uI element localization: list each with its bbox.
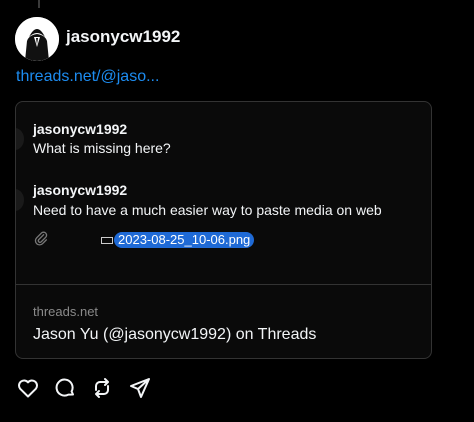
attachment-marker [101,237,113,244]
quoted-avatar-2 [16,189,24,211]
heart-icon[interactable] [16,376,40,400]
paperclip-icon [34,231,48,246]
quoted-username-1: jasonycw1992 [33,121,128,137]
thread-line [38,0,40,8]
quoted-username-2: jasonycw1992 [33,182,128,198]
post-username[interactable]: jasonycw1992 [66,27,180,47]
avatar[interactable] [15,17,59,61]
comment-icon[interactable] [53,376,77,400]
card-divider [16,284,431,285]
repost-icon[interactable] [90,376,114,400]
share-icon[interactable] [128,376,152,400]
quoted-text-1: What is missing here? [33,140,171,156]
quoted-avatar-1 [16,128,24,150]
attachment-filename[interactable]: 2023-08-25_10-06.png [114,232,255,248]
avatar-image [15,17,59,61]
preview-title: Jason Yu (@jasonycw1992) on Threads [33,326,317,343]
quoted-text-2: Need to have a much easier way to paste … [33,202,382,218]
post-link[interactable]: threads.net/@jaso... [16,68,159,86]
preview-domain: threads.net [33,304,99,319]
link-preview-card[interactable]: jasonycw1992 What is missing here? jason… [15,101,432,359]
